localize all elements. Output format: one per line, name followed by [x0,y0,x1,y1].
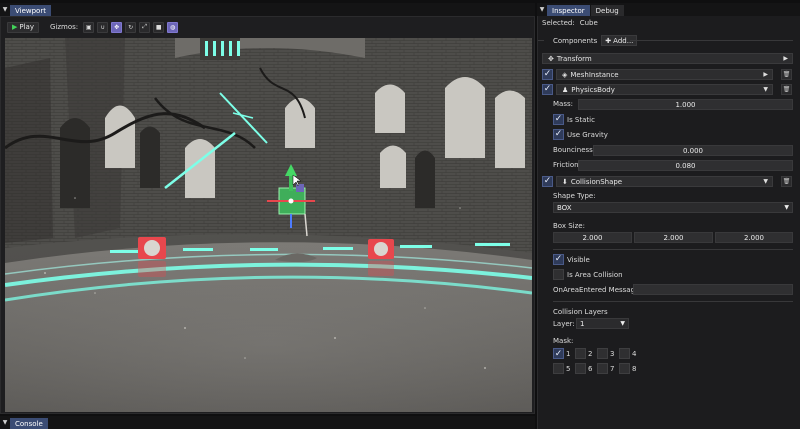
tab-inspector[interactable]: Inspector [547,5,590,16]
camera-icon[interactable]: ■ [153,21,165,33]
play-label: Play [19,23,34,31]
friction-label: Friction: [553,161,581,169]
mask-checkbox-6[interactable] [575,363,586,374]
box-size-label: Box Size: [553,222,585,230]
on-area-entered-label: OnAreaEntered Message: [553,286,642,294]
use-gravity-checkbox[interactable]: ✓ [553,129,564,140]
friction-field[interactable]: 0.080 [578,160,793,171]
trash-icon[interactable]: 🗑 [781,84,792,95]
move-icon: ✥ [548,54,554,63]
console-tabbar: ▼ Console [0,416,535,429]
divider [538,40,544,41]
mask-label: Mask: [553,337,574,345]
mesh-icon: ◈ [562,70,568,79]
chevron-down-icon: ▼ [620,320,625,327]
scene-view[interactable] [5,38,532,412]
mask-checkbox-7[interactable] [597,363,608,374]
rotate-icon[interactable]: ↻ [125,21,137,33]
shape-icon: ⬇ [562,177,568,186]
play-icon: ▶ [12,23,18,31]
physicsbody-header[interactable]: ♟ PhysicsBody ▼ [556,84,773,95]
bounciness-field[interactable]: 0.000 [593,145,793,156]
meshinstance-enabled-checkbox[interactable]: ✓ [542,69,553,80]
tab-viewport[interactable]: Viewport [10,5,51,16]
divider [553,301,793,302]
tab-debug[interactable]: Debug [590,5,624,16]
panel-menu-icon[interactable]: ▼ [0,3,10,16]
plus-icon: ✚ [605,36,612,45]
console-menu-icon[interactable]: ▼ [0,416,10,429]
shape-type-label: Shape Type: [553,192,596,200]
mask-number: 4 [632,350,637,358]
viewport-tabbar: ▼ Viewport [0,3,535,16]
selected-row: Selected: Cube [542,19,800,27]
box-icon[interactable]: ▣ [83,21,95,33]
selected-value: Cube [579,19,598,27]
mask-number: 5 [566,365,571,373]
visible-checkbox[interactable]: ✓ [553,254,564,265]
collisionshape-header[interactable]: ⬇ CollisionShape ▼ [556,176,773,187]
magnet-icon[interactable]: ∪ [97,21,109,33]
is-area-collision-checkbox[interactable] [553,269,564,280]
is-static-checkbox[interactable]: ✓ [553,114,564,125]
on-area-entered-field[interactable] [633,284,793,295]
trash-icon[interactable]: 🗑 [781,176,792,187]
mask-checkbox-1[interactable]: ✓ [553,348,564,359]
visible-label: Visible [567,256,590,264]
collapse-arrow-icon: ▼ [763,178,768,185]
play-button[interactable]: ▶ Play [7,21,39,33]
shape-type-dropdown[interactable]: BOX ▼ [553,202,793,213]
selected-label: Selected: [542,19,575,27]
move-icon[interactable]: ✥ [111,21,123,33]
mask-checkbox-3[interactable] [597,348,608,359]
transform-header[interactable]: ✥ Transform ▶ [542,53,793,64]
meshinstance-header[interactable]: ◈ MeshInstance ▶ [556,69,773,80]
components-row: Components ✚ Add... [538,35,800,46]
collision-layers-title: Collision Layers [553,308,608,316]
expand-arrow-icon: ▶ [763,71,768,78]
is-area-collision-label: Is Area Collision [567,271,623,279]
collisionshape-enabled-checkbox[interactable]: ✓ [542,176,553,187]
mask-number: 3 [610,350,615,358]
inspector-tabbar: ▼ Inspector Debug [537,3,800,16]
person-icon: ♟ [562,85,569,94]
divider [553,249,793,250]
mask-checkbox-4[interactable] [619,348,630,359]
tab-console[interactable]: Console [10,418,48,429]
mask-number: 2 [588,350,593,358]
bounciness-label: Bounciness: [553,146,596,154]
is-static-label: Is Static [567,116,595,124]
inspector-panel: Selected: Cube Components ✚ Add... ✥ Tra… [537,16,800,429]
mask-checkbox-2[interactable] [575,348,586,359]
mask-checkbox-8[interactable] [619,363,630,374]
physicsbody-enabled-checkbox[interactable]: ✓ [542,84,553,95]
layer-label: Layer: [553,320,575,328]
mask-checkbox-5[interactable] [553,363,564,374]
layer-dropdown[interactable]: 1 ▼ [576,318,629,329]
components-label: Components [553,36,598,45]
mass-field[interactable]: 1.000 [578,99,793,110]
mask-number: 8 [632,365,637,373]
chevron-down-icon: ▼ [784,204,789,211]
box-size-z-field[interactable]: 2.000 [715,232,793,243]
use-gravity-label: Use Gravity [567,131,608,139]
box-size-x-field[interactable]: 2.000 [553,232,632,243]
viewport-panel: ▶ Play Gizmos: ▣ ∪ ✥ ↻ ⤢ ■ ◍ [0,16,535,414]
globe-icon[interactable]: ◍ [167,21,179,33]
expand-arrow-icon: ▶ [783,55,788,62]
mass-label: Mass: [553,100,573,108]
box-size-y-field[interactable]: 2.000 [634,232,713,243]
scene-render [5,38,532,412]
viewport-toolbar: ▶ Play Gizmos: ▣ ∪ ✥ ↻ ⤢ ■ ◍ [7,21,179,33]
collapse-arrow-icon: ▼ [763,86,768,93]
trash-icon[interactable]: 🗑 [781,69,792,80]
mask-number: 1 [566,350,571,358]
mask-number: 7 [610,365,615,373]
mask-number: 6 [588,365,593,373]
gizmos-label: Gizmos: [50,23,79,31]
divider [630,40,793,41]
scale-icon[interactable]: ⤢ [139,21,151,33]
inspector-menu-icon[interactable]: ▼ [537,3,547,16]
